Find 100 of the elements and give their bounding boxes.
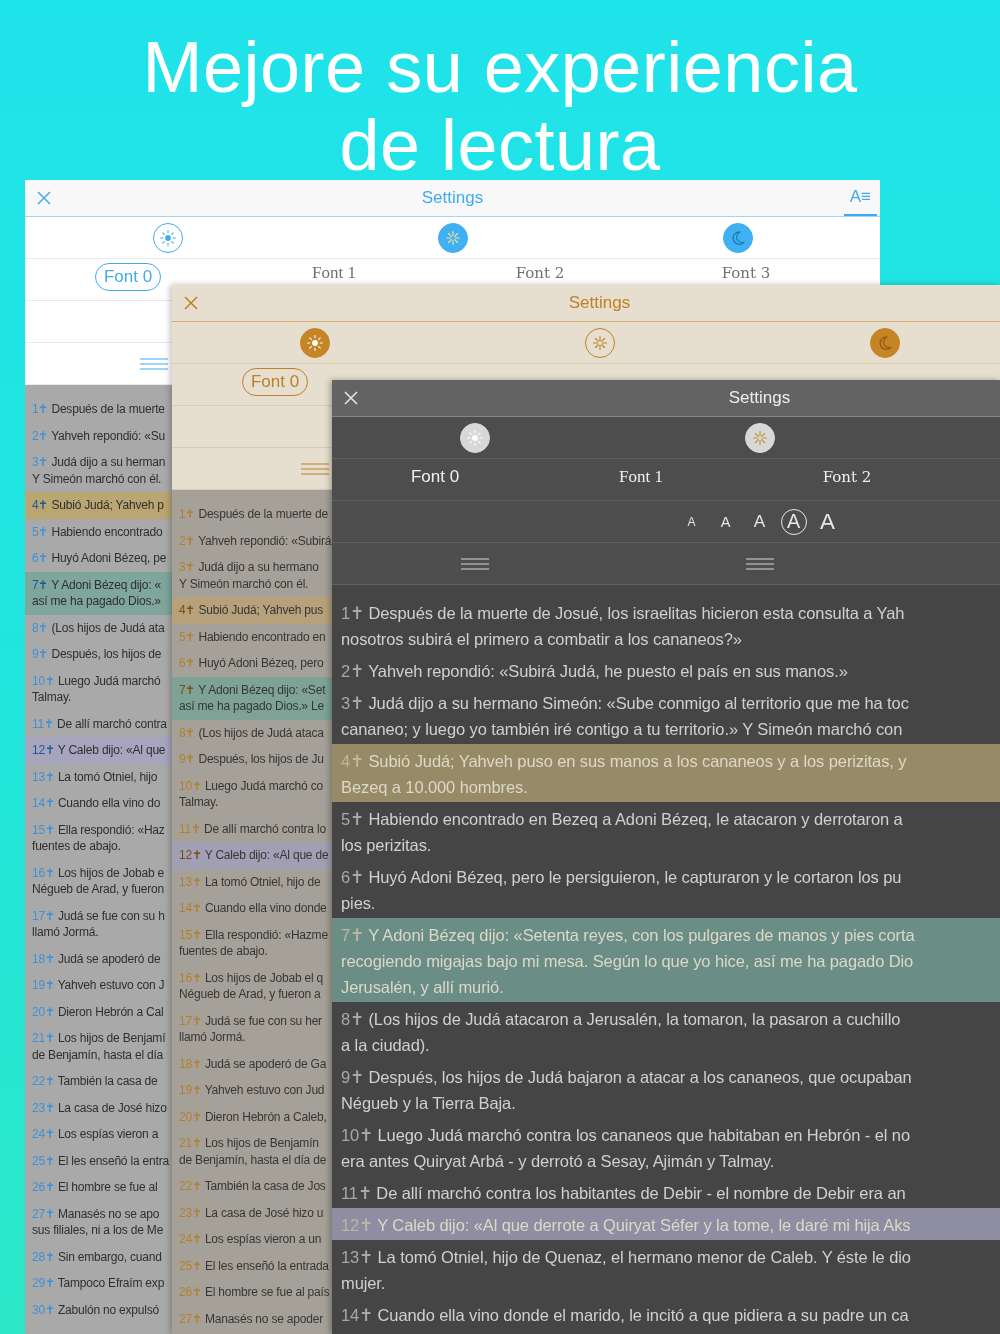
verse-text: 15✝ Ella respondió: «Haz fuentes de abajo. (32, 821, 166, 855)
text-size-option[interactable]: A (678, 508, 705, 535)
verse-text: 3✝ Judá dijo a su herman Y Simeón marchó con él. (32, 454, 167, 487)
verse-text: 4✝ Subió Judá; Yahveh pus (179, 602, 324, 619)
close-button[interactable] (182, 294, 200, 312)
verse-text: 10✝ Luego Judá marchó Talmay. (32, 672, 162, 706)
verse-text: 17✝ Judá se fue con su h llamó Jormá. (32, 907, 166, 941)
verse-text: 13✝ La tomó Otniel, hijo (32, 768, 159, 785)
verse-text: 3✝ Judá dijo a su hermano Simeón: «Sube conmigo al territorio que me ha toc cananeo; y luego yo también iré contigo a tu territorio.» Y Simeón marchó con (341, 693, 910, 740)
verse-text: 2✝ Yahveh repondió: «Su (32, 427, 167, 444)
verse-text: 18✝ Judá se apoderó de (32, 950, 162, 967)
verse-text: 30✝ Zabulón no expulsó (32, 1301, 161, 1318)
text-size-option[interactable]: A (712, 508, 739, 535)
verse-text: 12✝ Y Caleb dijo: «Al que de (179, 847, 330, 864)
verse-text: 27✝ Manasés no se apo sus filiales, ni a los de Me (32, 1205, 165, 1239)
verse-text: 27✝ Manasés no se apoder (179, 1310, 324, 1327)
verse-text: 5✝ Habiendo encontrado en (179, 628, 327, 645)
font-option[interactable]: Font 1 (308, 263, 360, 283)
verse-text: 23✝ La casa de José hizo (32, 1099, 168, 1116)
verse-text: 20✝ Dieron Hebrón a Caleb, (179, 1108, 328, 1125)
asterisk-icon (443, 228, 462, 247)
verse-text: 8✝ (Los hijos de Judá ataca (179, 724, 325, 741)
sun-icon (158, 228, 177, 247)
verse-text: 6✝ Huyó Adoni Bézeq, pero (179, 655, 325, 672)
verse-text: 11✝ De allí marchó contra lo (179, 820, 327, 837)
verse-text: 1✝ Después de la muerte de Josué, los israelitas hicieron esta consulta a Yah nosotros subirá el primero a combatir a los cananeos?» (341, 603, 906, 650)
verse-text: 14✝ Cuando ella vino do (32, 795, 162, 812)
verse-text: 6✝ Huyó Adoni Bézeq, pe (32, 550, 168, 567)
verse-text: 5✝ Habiendo encontrado (32, 523, 164, 540)
verse-text: 21✝ Los hijos de Benjamín de Benjamín, hasta el día de (179, 1135, 328, 1168)
verse-text: 4✝ Subió Judá; Yahveh puso en sus manos a los cananeos y a los perizitas, y Bezeq a 10.000 hombres. (341, 751, 908, 798)
verse-text: 10✝ Luego Judá marchó contra los cananeos que habitaban en Hebrón - el no era antes Quiryat Arbá - y derrotó a Sesay, Ajimán y Talmay. (341, 1125, 912, 1172)
verse-text: 10✝ Luego Judá marchó co Talmay. (179, 777, 324, 811)
verse-text: 11✝ De allí marchó contra (32, 715, 168, 732)
verse-text: 13✝ La tomó Otniel, hijo de Quenaz, el hermano menor de Caleb. Y éste le dio mujer. (341, 1247, 912, 1294)
verse-text: 9✝ Después, los hijos de (32, 646, 163, 663)
verse-text: 22✝ También la casa de Jos (179, 1178, 327, 1195)
verse-text: 16✝ Los hijos de Jobab e Négueb de Arad, y fueron (32, 864, 165, 898)
font-option[interactable]: Font 2 (818, 467, 876, 487)
verse-text: 4✝ Subió Judá; Yahveh p (32, 497, 165, 514)
settings-title: Settings (567, 293, 632, 313)
verse-text: 26✝ El hombre se fue al (32, 1179, 159, 1196)
verse-text: 25✝ El les enseñó la entrada (179, 1257, 330, 1274)
sun-icon (305, 333, 324, 352)
theme-button[interactable] (722, 222, 753, 253)
verse-text: 28✝ Sin embargo, cuand (32, 1248, 163, 1265)
close-icon (37, 191, 51, 205)
settings-title: Settings (727, 388, 792, 408)
asterisk-icon (750, 428, 769, 447)
font-option[interactable]: Font 2 (511, 263, 569, 283)
justify-icon (300, 461, 329, 476)
verse-text: 7✝ Y Adoni Bézeq dijo: « así me ha pagado Dios.» (32, 576, 162, 610)
verse-text: 24✝ Los espías vieron a (32, 1126, 160, 1143)
font-option[interactable]: Font 3 (717, 263, 775, 283)
close-icon (184, 296, 198, 310)
verse-text: 1✝ Después de la muerte de (179, 506, 329, 523)
justify-icon (460, 556, 489, 571)
text-size-option[interactable]: A (746, 508, 773, 535)
theme-button[interactable] (869, 327, 900, 358)
verse-text: 21✝ Los hijos de Benjamí de Benjamín, hasta el día (32, 1030, 167, 1063)
settings-title: Settings (420, 188, 485, 208)
asterisk-icon (590, 333, 609, 352)
verse-text: 7✝ Y Adoni Bézeq dijo: «Set así me ha pagado Dios.» Le (179, 681, 327, 715)
verse-text: 29✝ Tampoco Efraím exp (32, 1275, 166, 1292)
close-icon (344, 391, 358, 405)
verse-text: 11✝ De allí marchó contra los habitantes de Debir - el nombre de Debir era an (341, 1183, 907, 1204)
verse-text: 19✝ Yahveh estuvo con J (32, 977, 166, 994)
verse-text: 18✝ Judá se apoderó de Ga (179, 1055, 328, 1072)
close-button[interactable] (35, 189, 53, 207)
font-option[interactable]: Font 1 (615, 467, 667, 487)
verse-text: 8✝ (Los hijos de Judá atacaron a Jerusalén, la tomaron, la pasaron a cuchillo a la ciudad). (341, 1009, 902, 1056)
verse-text: 14✝ Cuando ella vino donde el marido, le incitó a que pidiera a su padre un ca (341, 1305, 910, 1326)
verse-text: 20✝ Dieron Hebrón a Cal (32, 1003, 165, 1020)
verse-text: 16✝ Los hijos de Jobab el q Négueb de Arad, y fueron a (179, 969, 325, 1003)
verse-text: 7✝ Y Adoni Bézeq dijo: «Setenta reyes, con los pulgares de manos y pies corta recogiendo migajas bajo mi mesa. Según lo que yo hice, así me ha pagado Dio Jerusalén, y allí murió. (341, 925, 916, 998)
verse-text: 9✝ Después, los hijos de Ju (179, 751, 325, 768)
sun-icon (465, 428, 484, 447)
verse-text: 2✝ Yahveh repondió: «Subirá Judá, he puesto el país en sus manos.» (341, 661, 849, 682)
verse-text: 12✝ Y Caleb dijo: «Al que (32, 742, 167, 759)
verse-text: 2✝ Yahveh repondió: «Subirá (179, 532, 332, 549)
font-option[interactable]: Font 0 (406, 467, 464, 487)
verse-text: 13✝ La tomó Otniel, hijo de (179, 873, 322, 890)
verse-text: 1✝ Después de la muerte (32, 401, 166, 418)
verse-text: 17✝ Judá se fue con su her llamó Jormá. (179, 1012, 323, 1046)
verse-text: 8✝ (Los hijos de Judá ata (32, 619, 166, 636)
verse-text: 26✝ El hombre se fue al país (179, 1284, 331, 1301)
close-button[interactable] (342, 389, 360, 407)
verse-text: 22✝ También la casa de (32, 1073, 159, 1090)
verse-text: 9✝ Después, los hijos de Judá bajaron a atacar a los cananeos, que ocupaban Négueb y la Tierra Baja. (341, 1067, 913, 1114)
verse-text: 19✝ Yahveh estuvo con Jud (179, 1082, 326, 1099)
verse-text: 15✝ Ella respondió: «Hazme fuentes de abajo. (179, 926, 329, 960)
verse-text: 6✝ Huyó Adoni Bézeq, pero le persiguieron, le capturaron y le cortaron los pu pies. (341, 867, 903, 914)
text-size-option[interactable]: A (814, 508, 841, 535)
verse-text: 24✝ Los espías vieron a un (179, 1231, 323, 1248)
justify-icon (139, 356, 168, 371)
justify-icon (745, 556, 774, 571)
verse-text: 25✝ El les enseñó la entra (32, 1152, 170, 1169)
verse-text: 5✝ Habiendo encontrado en Bezeq a Adoni Bézeq, le atacaron y derrotaron a los perizitas. (341, 809, 904, 856)
verse-text: 14✝ Cuando ella vino donde (179, 900, 328, 917)
verse-text: 3✝ Judá dijo a su hermano Y Simeón marchó con él. (179, 559, 320, 592)
